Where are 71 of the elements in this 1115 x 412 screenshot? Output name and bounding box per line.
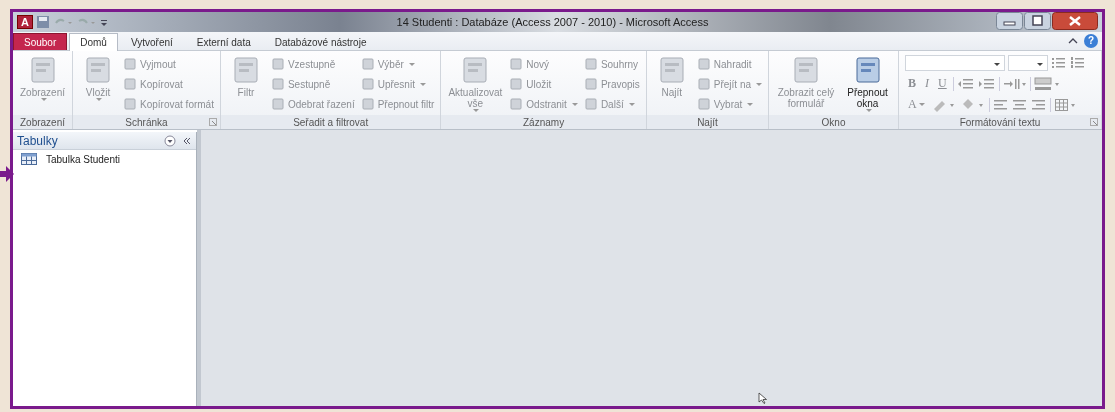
command-icon bbox=[123, 97, 138, 111]
command-icon bbox=[696, 57, 711, 71]
minimize-button[interactable] bbox=[996, 12, 1023, 30]
maximize-button[interactable] bbox=[1024, 12, 1051, 30]
command-icon bbox=[509, 97, 524, 111]
command-icon bbox=[696, 77, 711, 91]
caret-icon bbox=[747, 102, 754, 106]
table-item[interactable]: Tabulka Studenti bbox=[13, 150, 196, 168]
table-icon bbox=[21, 153, 37, 165]
group-label: Seřadit a filtrovat bbox=[293, 116, 369, 128]
numbered-list-icon[interactable] bbox=[1070, 55, 1086, 70]
minimize-ribbon-icon[interactable] bbox=[1068, 37, 1078, 45]
caret-icon bbox=[96, 98, 103, 101]
increase-indent-icon[interactable] bbox=[977, 76, 996, 91]
caret-icon bbox=[994, 62, 1000, 66]
font-size-field[interactable] bbox=[1008, 54, 1048, 71]
collapse-icon[interactable] bbox=[182, 135, 192, 146]
command-icon bbox=[360, 77, 375, 91]
command-icon bbox=[270, 77, 285, 91]
font-name-field[interactable] bbox=[905, 54, 1005, 71]
command-icon bbox=[583, 77, 598, 91]
group-label: Formátování textu bbox=[959, 116, 1041, 128]
command-icon bbox=[123, 77, 138, 91]
table-grid-icon[interactable] bbox=[1053, 97, 1078, 112]
ribbon-tab[interactable]: Domů bbox=[69, 33, 118, 51]
command-icon bbox=[583, 97, 598, 111]
command-icon bbox=[360, 97, 375, 111]
caret-icon bbox=[419, 82, 426, 86]
ribbon-tab[interactable]: Vytvoření bbox=[119, 33, 184, 50]
save-icon[interactable] bbox=[35, 15, 50, 29]
group-label: Záznamy bbox=[523, 116, 565, 128]
command-icon bbox=[509, 57, 524, 71]
caret-icon bbox=[628, 102, 635, 106]
group-label: Najít bbox=[697, 116, 718, 128]
caret-icon bbox=[40, 98, 47, 101]
caret-icon bbox=[918, 103, 925, 106]
align-right-icon[interactable] bbox=[1030, 97, 1047, 112]
command-icon bbox=[360, 57, 375, 71]
caret-icon bbox=[1037, 62, 1043, 66]
ribbon-tab[interactable]: Externí data bbox=[185, 33, 262, 50]
app-logo: A bbox=[17, 15, 33, 29]
file-tab[interactable]: Soubor bbox=[13, 33, 68, 50]
align-left-icon[interactable] bbox=[992, 97, 1009, 112]
caret-icon bbox=[473, 109, 480, 112]
group-label: Zobrazení bbox=[20, 116, 66, 128]
caret-icon bbox=[571, 102, 578, 106]
command-icon bbox=[270, 97, 285, 111]
bullet-list-icon[interactable] bbox=[1051, 55, 1067, 70]
gridlines-icon[interactable] bbox=[1033, 76, 1060, 91]
dialog-launcher-icon[interactable] bbox=[1090, 118, 1098, 126]
text-direction-icon[interactable] bbox=[1002, 76, 1027, 91]
ribbon-tab[interactable]: Databázové nástroje bbox=[263, 33, 378, 50]
caret-icon bbox=[756, 82, 763, 86]
command-icon bbox=[509, 77, 524, 91]
close-button[interactable] bbox=[1052, 12, 1098, 30]
align-center-icon[interactable] bbox=[1011, 97, 1028, 112]
command-icon bbox=[696, 97, 711, 111]
group-label: Schránka bbox=[125, 116, 168, 128]
caret-icon bbox=[865, 109, 872, 112]
ribbon-button[interactable]: Přepnout okna bbox=[841, 53, 894, 114]
caret-icon bbox=[408, 62, 415, 66]
help-button[interactable]: ? bbox=[1084, 34, 1098, 48]
group-label: Okno bbox=[821, 116, 846, 128]
mouse-cursor-icon bbox=[758, 392, 768, 404]
decrease-indent-icon[interactable] bbox=[956, 76, 975, 91]
dialog-launcher-icon[interactable] bbox=[208, 118, 217, 126]
command-icon bbox=[583, 57, 598, 71]
command-icon bbox=[123, 57, 138, 71]
dropdown-icon[interactable] bbox=[164, 134, 176, 147]
window-title: 14 Studenti : Databáze (Access 2007 - 2010) - Microsoft Access bbox=[395, 16, 710, 28]
command-icon bbox=[270, 57, 285, 71]
